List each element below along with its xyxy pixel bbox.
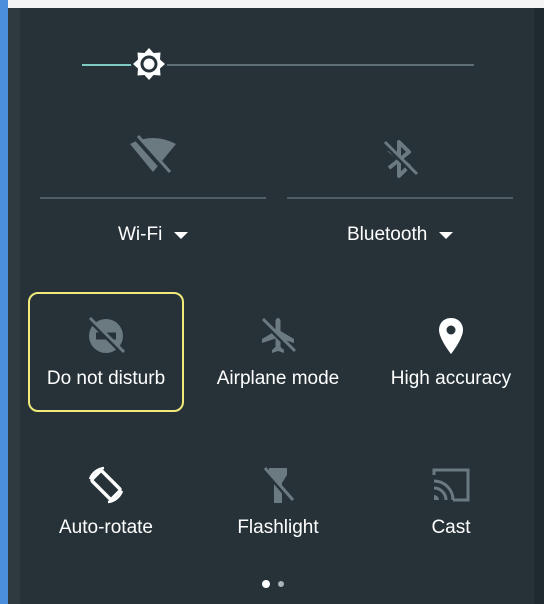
brightness-icon[interactable] (130, 45, 168, 83)
do-not-disturb-icon[interactable] (84, 314, 128, 358)
tile-label: High accuracy (390, 368, 512, 389)
bluetooth-label: Bluetooth (347, 224, 428, 245)
tile-label: Flashlight (237, 517, 319, 538)
wifi-divider (40, 197, 266, 199)
brightness-slider[interactable] (82, 46, 474, 82)
page-dot-active[interactable] (262, 580, 270, 588)
tile-label: Do not disturb (46, 368, 166, 389)
tile-do-not-disturb[interactable]: Do not disturb (27, 296, 185, 414)
tile-high-accuracy[interactable]: High accuracy (372, 296, 530, 414)
tile-label: Cast (431, 517, 471, 538)
bluetooth-label-row[interactable]: Bluetooth (347, 224, 454, 246)
tile-auto-rotate[interactable]: Auto-rotate (27, 445, 185, 563)
right-edge-bar (534, 8, 544, 604)
bluetooth-divider (287, 197, 513, 199)
airplane-off-icon[interactable] (256, 314, 300, 358)
cast-icon[interactable] (429, 463, 473, 507)
auto-rotate-icon[interactable] (84, 463, 128, 507)
tile-flashlight[interactable]: Flashlight (199, 445, 357, 563)
top-edge-bar (8, 0, 544, 8)
left-edge-bar (0, 0, 8, 604)
page-dot[interactable] (278, 581, 284, 587)
flashlight-off-icon[interactable] (256, 463, 300, 507)
tile-label: Airplane mode (216, 368, 340, 389)
tile-airplane-mode[interactable]: Airplane mode (199, 296, 357, 414)
wifi-label: Wi-Fi (118, 224, 163, 245)
bluetooth-dropdown-icon[interactable] (439, 231, 454, 239)
bluetooth-off-icon[interactable] (375, 134, 425, 184)
tile-label: Auto-rotate (59, 517, 153, 538)
wifi-label-row[interactable]: Wi-Fi (118, 224, 189, 246)
location-icon[interactable] (429, 314, 473, 358)
wifi-dropdown-icon[interactable] (174, 231, 189, 239)
wifi-off-icon[interactable] (128, 130, 178, 180)
tile-cast[interactable]: Cast (372, 445, 530, 563)
